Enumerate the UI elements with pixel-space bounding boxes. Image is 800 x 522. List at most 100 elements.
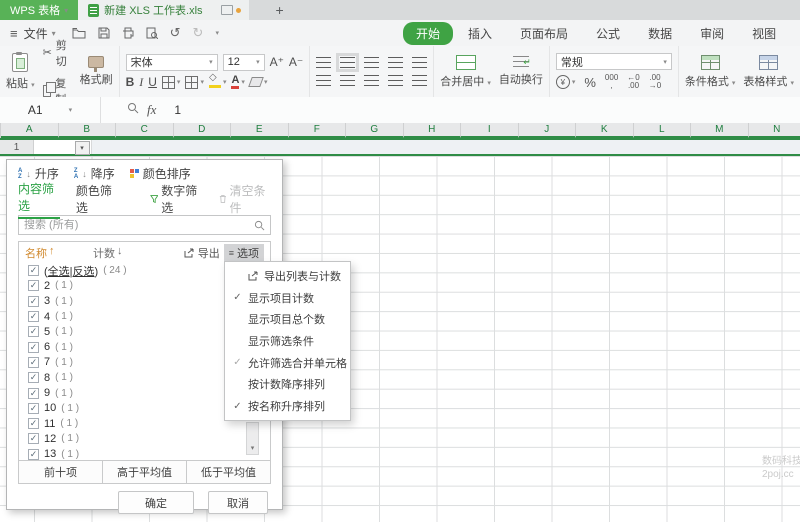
- options-menu-item[interactable]: ✓ 显示筛选条件: [225, 330, 350, 352]
- conditional-format-button[interactable]: 条件格式 ▾: [685, 55, 736, 89]
- format-painter-button[interactable]: 格式刷: [80, 56, 113, 87]
- scroll-down-arrow-icon[interactable]: ▾: [251, 444, 255, 454]
- align-left-button[interactable]: [316, 75, 331, 86]
- align-top-button[interactable]: [316, 57, 331, 68]
- name-box[interactable]: A1 ▾: [0, 97, 101, 123]
- column-header[interactable]: G: [346, 123, 404, 138]
- save-icon[interactable]: [98, 27, 110, 39]
- undo-icon[interactable]: ↺: [170, 25, 181, 41]
- ribbon-tab[interactable]: 视图: [739, 23, 789, 44]
- ribbon-tab[interactable]: 插入: [455, 23, 505, 44]
- font-name-select[interactable]: 宋体▾: [126, 54, 218, 71]
- top-ten-button[interactable]: 前十项: [19, 461, 103, 483]
- ribbon-tab[interactable]: 开始: [403, 22, 453, 45]
- cell-shading-button[interactable]: ▾: [185, 76, 204, 89]
- tab-number-filter[interactable]: 数字筛选: [150, 182, 203, 216]
- align-middle-button[interactable]: [340, 57, 355, 68]
- column-header[interactable]: J: [519, 123, 577, 138]
- underline-button[interactable]: U: [148, 75, 157, 89]
- new-tab-button[interactable]: +: [263, 0, 297, 20]
- align-center-button[interactable]: [340, 75, 355, 86]
- filter-item[interactable]: ✓ 13 ( 1 ): [28, 447, 270, 461]
- font-size-select[interactable]: 12▾: [223, 54, 265, 71]
- ribbon-tab[interactable]: 页面布局: [507, 23, 581, 44]
- decrease-indent-button[interactable]: [388, 57, 403, 68]
- document-tab[interactable]: 新建 XLS 工作表.xls: [78, 0, 212, 20]
- ok-button[interactable]: 确定: [118, 491, 194, 514]
- checkbox-checked[interactable]: ✓: [28, 418, 39, 429]
- column-header[interactable]: B: [59, 123, 117, 138]
- print-icon[interactable]: [122, 27, 134, 39]
- checkbox-checked[interactable]: ✓: [28, 403, 39, 414]
- column-header[interactable]: F: [289, 123, 347, 138]
- options-menu-item[interactable]: ✓ 显示项目总个数: [225, 308, 350, 330]
- column-header[interactable]: L: [634, 123, 692, 138]
- column-header[interactable]: M: [691, 123, 749, 138]
- search-input[interactable]: [19, 219, 254, 231]
- fill-color-button[interactable]: ▾: [209, 76, 227, 88]
- decrease-decimal-button[interactable]: .00→0: [649, 74, 661, 90]
- print-preview-icon[interactable]: [146, 27, 158, 39]
- insert-function-icon[interactable]: fx: [147, 102, 156, 118]
- export-button[interactable]: 导出: [184, 245, 220, 261]
- merge-center-button[interactable]: 合并居中 ▾: [440, 55, 491, 89]
- wps-app-button[interactable]: WPS 表格 ▾: [0, 0, 78, 20]
- sort-by-color-button[interactable]: 颜色排序: [130, 165, 191, 182]
- paste-button[interactable]: 粘贴 ▾: [6, 53, 35, 91]
- checkbox-checked[interactable]: ✓: [28, 342, 39, 353]
- checkbox-checked[interactable]: ✓: [28, 311, 39, 322]
- checkbox-checked[interactable]: ✓: [28, 433, 39, 444]
- select-all-link[interactable]: 全选: [48, 266, 70, 278]
- cell-a1[interactable]: ▾: [34, 140, 92, 154]
- tab-color-filter[interactable]: 颜色筛选: [76, 182, 118, 216]
- cut-button[interactable]: ✂剪切: [43, 37, 72, 69]
- search-icon[interactable]: [254, 220, 265, 231]
- borders-button[interactable]: ▾: [162, 76, 181, 89]
- options-menu-item[interactable]: ✓ 导出列表与计数: [225, 265, 350, 287]
- column-header[interactable]: I: [461, 123, 519, 138]
- open-folder-icon[interactable]: [72, 27, 86, 39]
- italic-button[interactable]: I: [139, 75, 143, 90]
- options-menu-item[interactable]: ✓ 允许筛选合并单元格: [225, 352, 350, 374]
- increase-font-button[interactable]: A⁺: [270, 55, 284, 69]
- sort-descending-button[interactable]: ZA↓ 降序: [74, 165, 115, 182]
- wrap-text-button[interactable]: 自动换行: [499, 56, 543, 87]
- thousand-separator-button[interactable]: 000,: [605, 74, 618, 90]
- column-header[interactable]: H: [404, 123, 462, 138]
- align-right-button[interactable]: [364, 75, 379, 86]
- font-color-button[interactable]: A▾: [231, 75, 244, 89]
- share-screen-icon[interactable]: [221, 5, 233, 15]
- row-header-1[interactable]: 1: [0, 140, 34, 154]
- checkbox-checked[interactable]: ✓: [28, 449, 39, 460]
- clear-format-button[interactable]: ▾: [250, 77, 268, 87]
- redo-icon[interactable]: ↻: [193, 25, 204, 41]
- options-menu-item[interactable]: ✓ 按名称升序排列: [225, 395, 350, 417]
- sort-by-count-header[interactable]: 计数↓: [93, 245, 123, 261]
- align-bottom-button[interactable]: [364, 57, 379, 68]
- checkbox-checked[interactable]: ✓: [28, 265, 39, 276]
- column-header[interactable]: A: [1, 123, 59, 138]
- column-header[interactable]: N: [749, 123, 800, 138]
- filter-item[interactable]: ✓ 12 ( 1 ): [28, 431, 270, 446]
- below-average-button[interactable]: 低于平均值: [187, 461, 270, 483]
- tab-content-filter[interactable]: 内容筛选: [18, 180, 60, 219]
- ribbon-tab[interactable]: 数据: [635, 23, 685, 44]
- formula-input[interactable]: 1: [174, 103, 181, 117]
- options-menu-item[interactable]: ✓ 显示项目计数: [225, 287, 350, 309]
- autofilter-dropdown-button[interactable]: ▾: [75, 141, 90, 155]
- ribbon-tab[interactable]: 安全: [791, 23, 800, 44]
- checkbox-checked[interactable]: ✓: [28, 296, 39, 307]
- column-header[interactable]: C: [116, 123, 174, 138]
- ribbon-tab[interactable]: 公式: [583, 23, 633, 44]
- above-average-button[interactable]: 高于平均值: [103, 461, 187, 483]
- table-style-button[interactable]: 表格样式 ▾: [743, 55, 794, 89]
- options-button[interactable]: ≡ 选项: [224, 244, 264, 261]
- decrease-font-button[interactable]: A⁻: [289, 55, 303, 69]
- clear-conditions-button[interactable]: 清空条件: [219, 182, 271, 216]
- currency-button[interactable]: ¥▾: [556, 75, 576, 89]
- number-format-select[interactable]: 常规▾: [556, 53, 672, 70]
- checkbox-checked[interactable]: ✓: [28, 326, 39, 337]
- increase-decimal-button[interactable]: ←0.00: [627, 74, 639, 90]
- column-header[interactable]: D: [174, 123, 232, 138]
- column-header[interactable]: K: [576, 123, 634, 138]
